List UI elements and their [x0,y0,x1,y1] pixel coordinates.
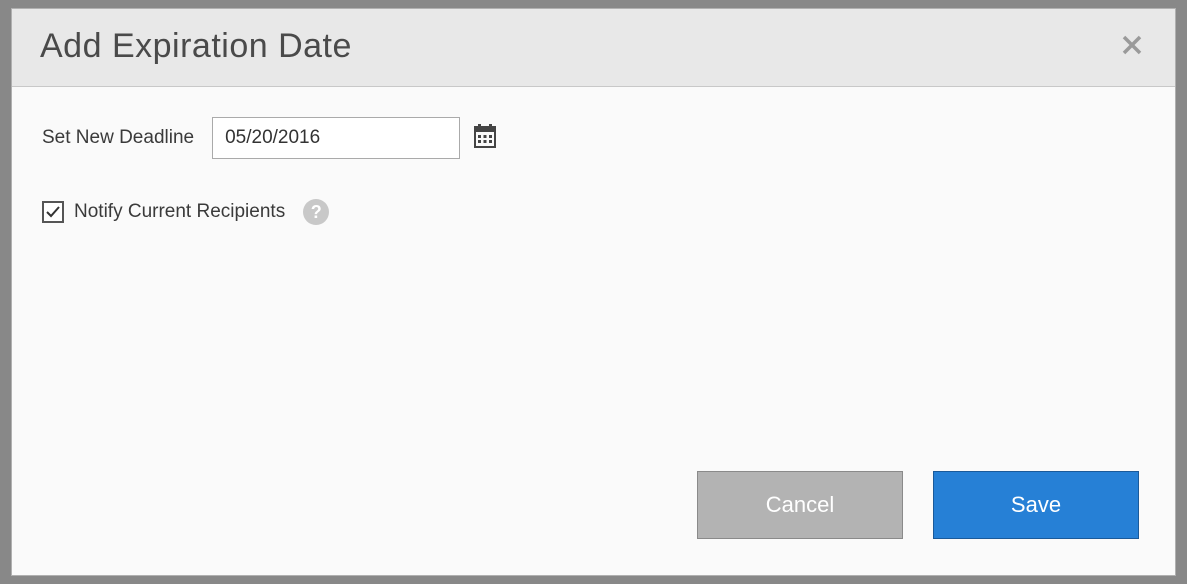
help-icon[interactable]: ? [303,199,329,225]
expiration-date-dialog: Add Expiration Date Set New Deadline [11,8,1176,576]
notify-row: Notify Current Recipients ? [42,199,1145,225]
dialog-title: Add Expiration Date [40,27,352,66]
save-button[interactable]: Save [933,471,1139,539]
deadline-input[interactable] [212,117,460,159]
dialog-header: Add Expiration Date [12,9,1175,87]
cancel-button[interactable]: Cancel [697,471,903,539]
close-icon[interactable] [1117,29,1147,65]
calendar-icon[interactable] [474,124,496,153]
notify-checkbox[interactable] [42,201,64,223]
dialog-body: Set New Deadline [12,87,1175,471]
notify-label: Notify Current Recipients [74,201,285,223]
dialog-footer: Cancel Save [12,471,1175,575]
deadline-row: Set New Deadline [42,117,1145,159]
deadline-label: Set New Deadline [42,127,194,149]
